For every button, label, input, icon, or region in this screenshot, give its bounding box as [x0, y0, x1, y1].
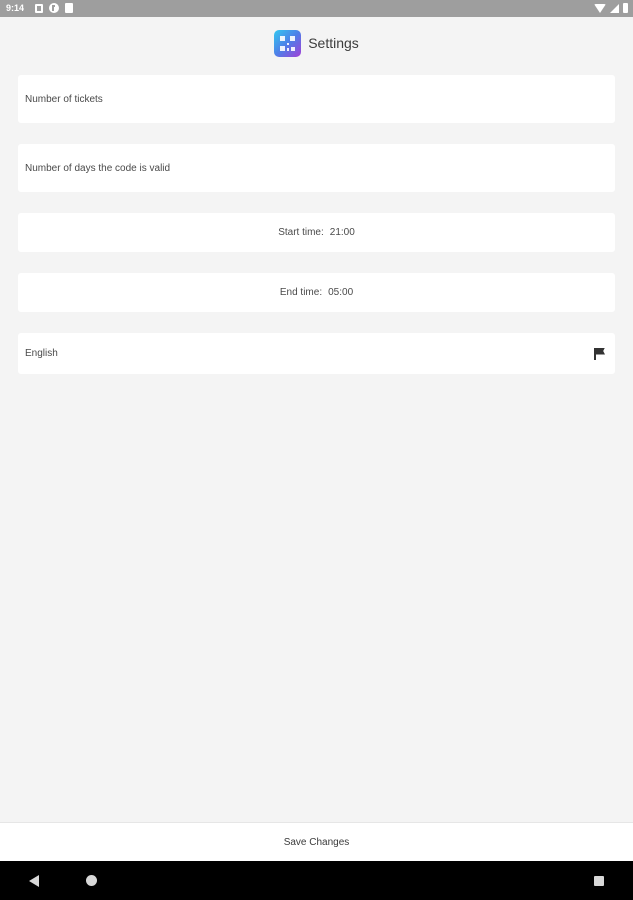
navigation-bar — [0, 861, 633, 900]
tickets-label: Number of tickets — [25, 93, 103, 105]
clipboard-icon — [65, 3, 73, 13]
end-time-button[interactable]: End time: 05:00 — [18, 273, 615, 312]
battery-icon — [623, 3, 628, 13]
flag-icon — [594, 347, 606, 360]
wifi-icon — [594, 3, 606, 13]
language-value: English — [25, 348, 58, 359]
back-icon[interactable] — [29, 875, 39, 887]
status-right-icons — [594, 3, 628, 13]
status-left-icons — [35, 3, 73, 13]
recents-icon[interactable] — [594, 876, 604, 886]
status-bar: 9:14 — [0, 0, 633, 17]
qr-code-logo-icon — [274, 29, 302, 57]
save-changes-label: Save Changes — [283, 836, 350, 848]
days-valid-label: Number of days the code is valid — [25, 162, 171, 174]
start-time-button[interactable]: Start time: 21:00 — [18, 213, 615, 252]
status-time: 9:14 — [6, 3, 25, 13]
start-time-label: Start time: — [278, 227, 324, 238]
page-title: Settings — [308, 35, 359, 51]
home-icon[interactable] — [86, 875, 97, 886]
language-selector[interactable]: English — [18, 333, 615, 374]
tickets-input[interactable]: Number of tickets — [18, 75, 615, 123]
save-changes-button[interactable]: Save Changes — [0, 822, 633, 861]
end-time-value: 05:00 — [328, 287, 354, 298]
header: Settings — [0, 28, 633, 58]
cast-circle-icon — [49, 3, 59, 13]
end-time-label: End time: — [279, 287, 323, 298]
start-time-value: 21:00 — [329, 227, 355, 238]
signal-icon — [610, 3, 619, 13]
notification-square-icon — [35, 3, 43, 13]
days-valid-input[interactable]: Number of days the code is valid — [18, 144, 615, 192]
